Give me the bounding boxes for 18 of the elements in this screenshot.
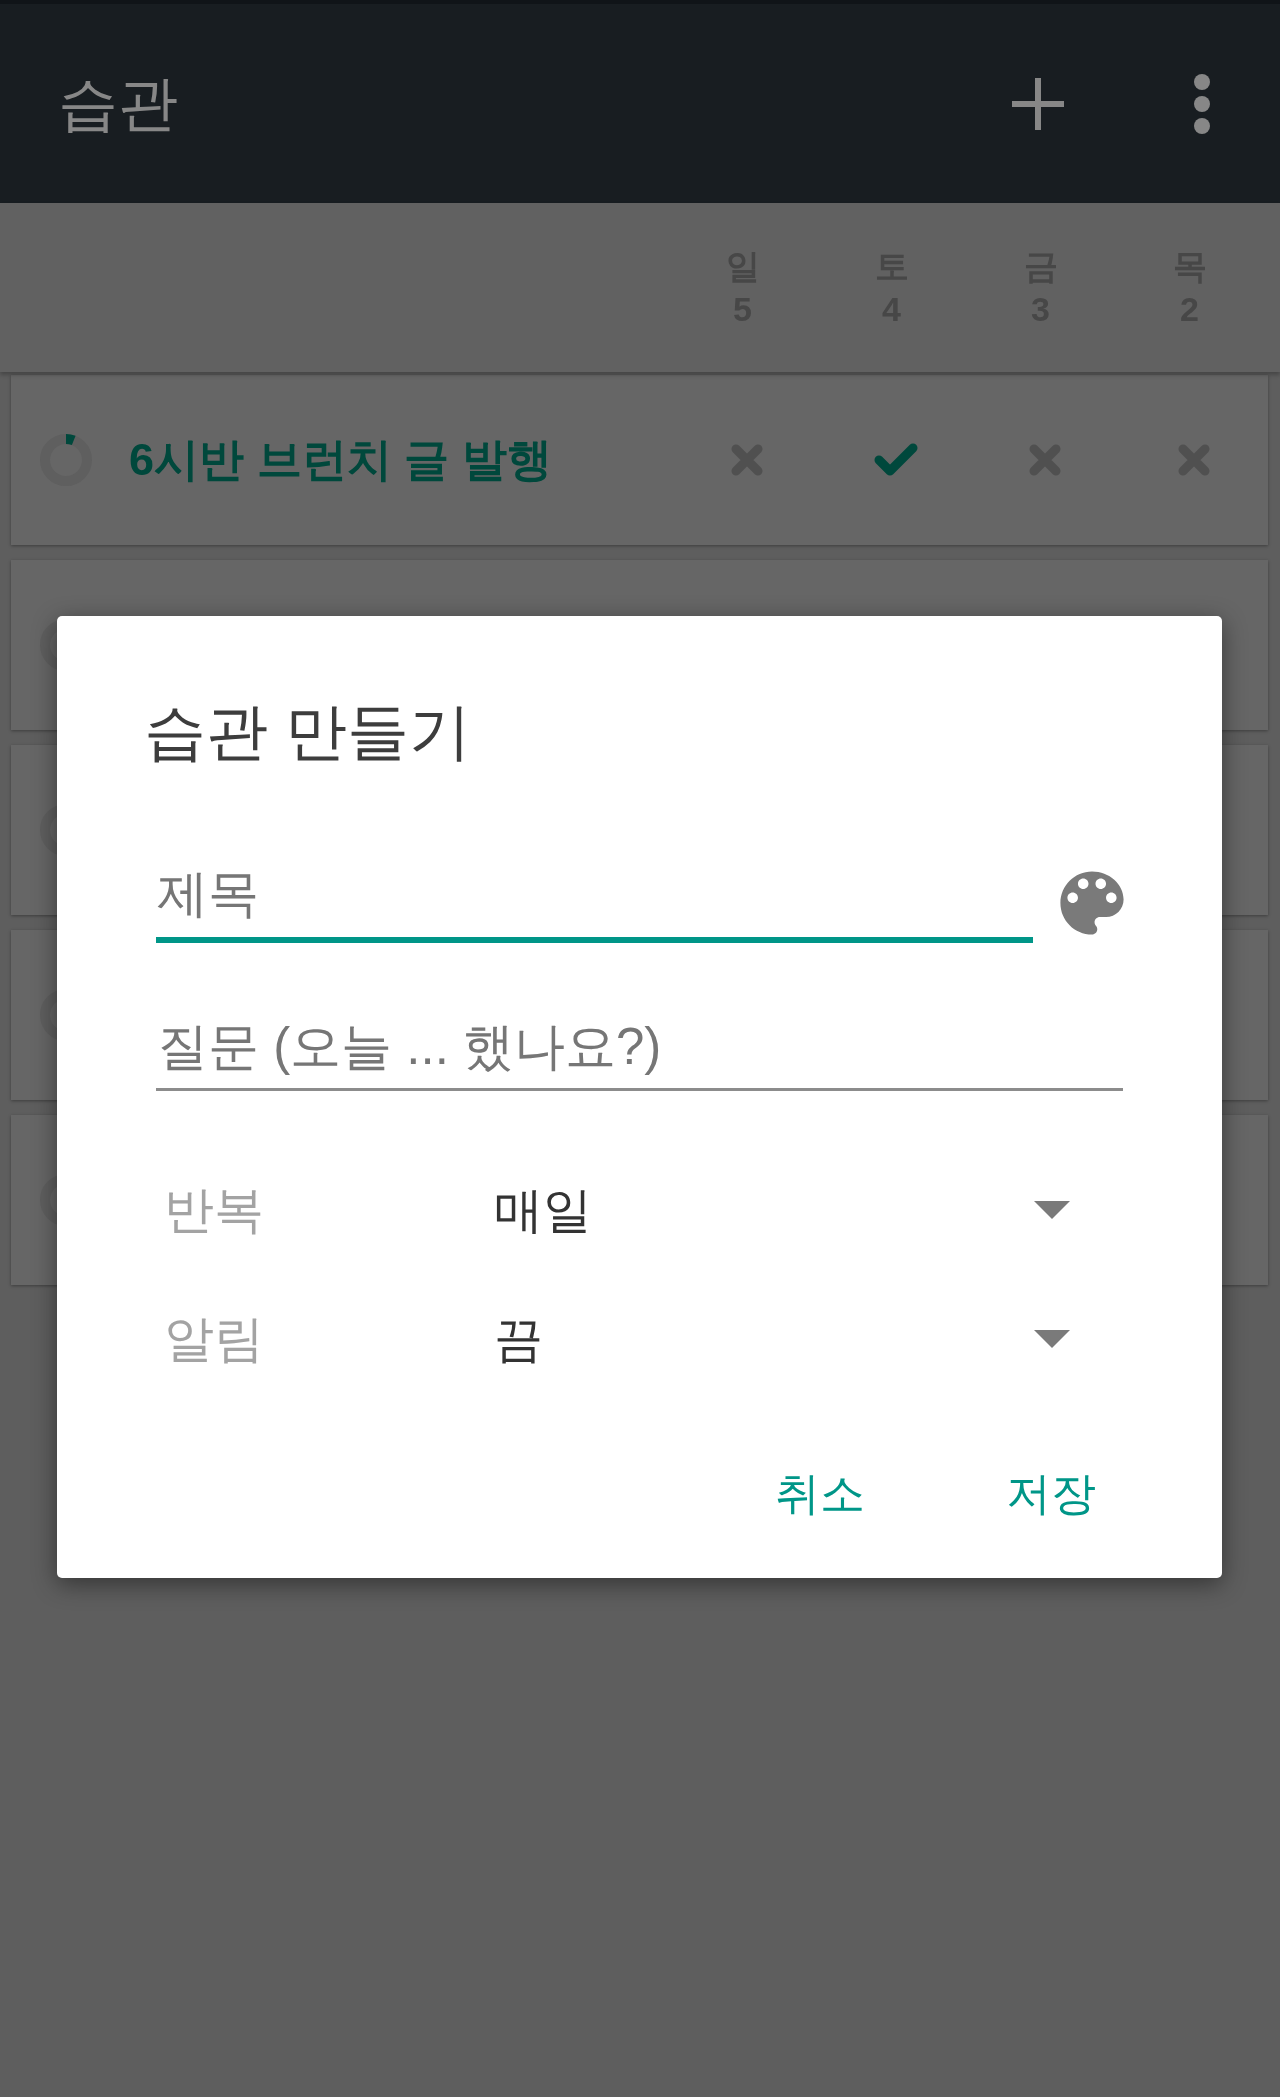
app-title: 습관 — [58, 68, 178, 139]
dropdown[interactable]: 끔 — [494, 1307, 1080, 1371]
overflow-menu-icon[interactable] — [1194, 73, 1210, 134]
caret-icon — [1034, 1330, 1070, 1348]
dialog-title: 습관 만들기 — [144, 696, 472, 768]
check-icon[interactable] — [873, 443, 918, 477]
palette-icon[interactable] — [1060, 869, 1124, 936]
dropdown[interactable]: 매일 — [494, 1178, 1080, 1242]
text-input[interactable]: 제목 — [156, 862, 1033, 943]
setting-label: 반복 — [164, 1181, 264, 1240]
dialog-button[interactable]: 저장 — [978, 1446, 1124, 1542]
plus-icon[interactable] — [1012, 77, 1064, 130]
caret-icon — [1034, 1201, 1070, 1219]
text-input[interactable]: 질문 (오늘 ... 했나요?) — [156, 1015, 1123, 1091]
progress-ring-icon — [40, 434, 92, 486]
setting-label: 알림 — [164, 1310, 264, 1369]
dialog-button[interactable]: 취소 — [747, 1446, 893, 1542]
habit-name: 6시반 브런치 글 발행 — [129, 433, 552, 487]
